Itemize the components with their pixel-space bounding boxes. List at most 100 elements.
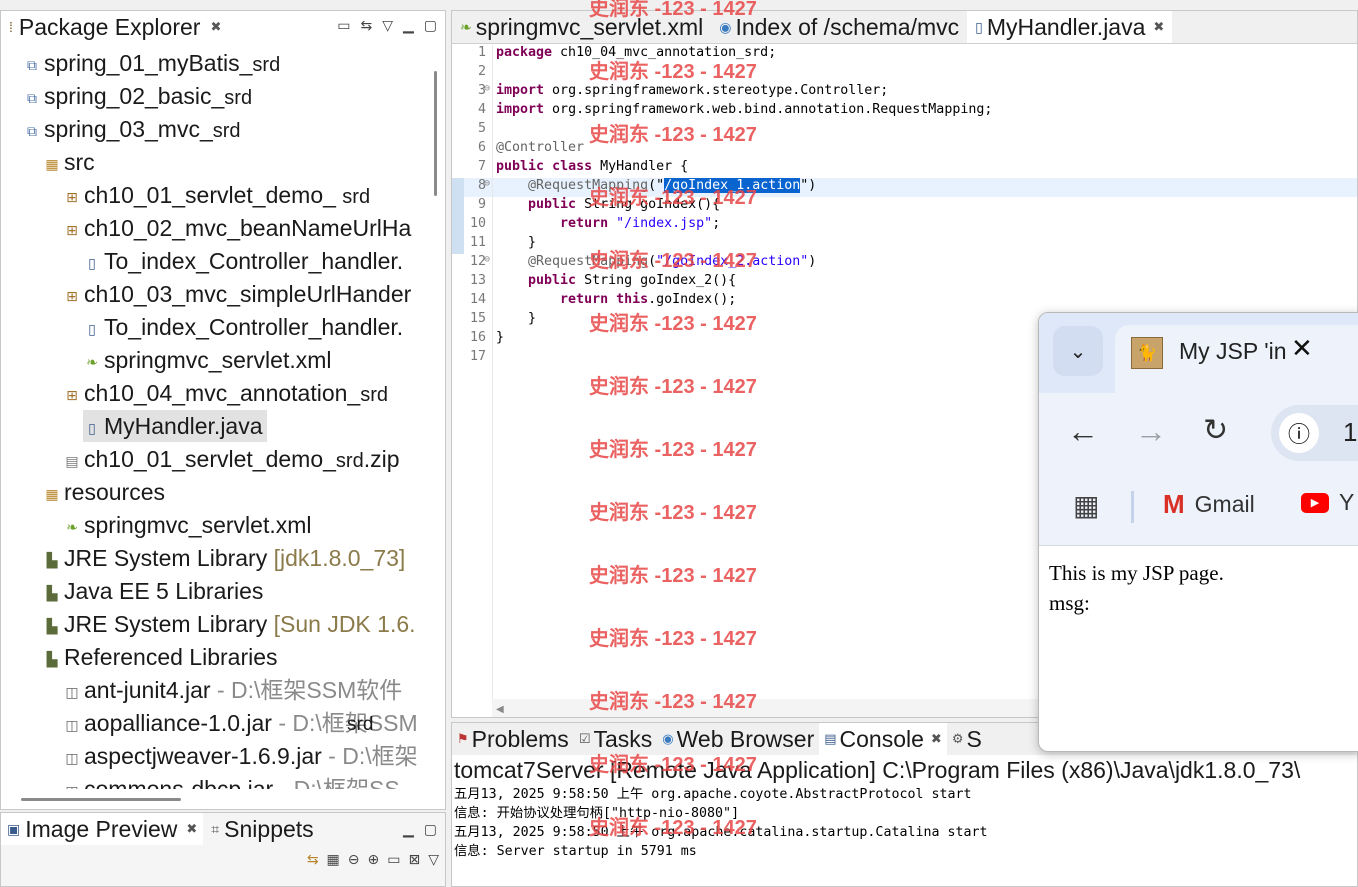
tree-item-package[interactable]: ⊞ ch10_03_mvc_simpleUrlHander (63, 278, 411, 310)
minimize-icon[interactable]: ▁ (403, 821, 414, 838)
tab-tasks[interactable]: ☑ Tasks (574, 723, 657, 755)
code-line: package ch10_04_mvc_annotation_srd; (496, 45, 777, 60)
tab-index-of-schema[interactable]: ◉ Index of /schema/mvc (711, 11, 967, 43)
view-menu-icon[interactable]: ▽ (382, 17, 393, 34)
line-number: 16 (469, 330, 486, 345)
problems-icon: ⚑ (457, 731, 469, 746)
collapse-all-icon[interactable]: ▭ (337, 17, 350, 34)
browser-window: ⌄ 🐈 My JSP 'in ✕ ← → ↻ ⓘ 1 ▦ M Gmail ▶ Y T… (1038, 312, 1358, 752)
tree-item-file[interactable]: ▤ ch10_01_servlet_demo_srd.zip (63, 443, 399, 475)
tree-item-library[interactable]: ▙ Java EE 5 Libraries (43, 575, 264, 607)
tree-item-source-folder[interactable]: ▦ src (43, 146, 94, 178)
address-text: 1 (1343, 417, 1358, 447)
snippets-tab[interactable]: ⌗ Snippets (203, 816, 321, 843)
code-line: } (528, 311, 537, 326)
bookmark-youtube[interactable]: ▶ Y (1301, 489, 1354, 516)
console-line: 信息: 开始协议处理句柄["http-nio-8080"] (454, 806, 740, 821)
back-icon[interactable]: ← (1067, 413, 1099, 450)
address-bar[interactable]: ⓘ 1 (1271, 405, 1358, 461)
line-number: 17 (469, 349, 486, 364)
fit-icon[interactable]: ▦ (327, 851, 340, 868)
code-line: public class MyHandler { (496, 159, 689, 174)
tab-springmvc-servlet-xml[interactable]: ❧ springmvc_servlet.xml (452, 11, 711, 43)
source-folder-icon: ▦ (45, 155, 59, 172)
expand-icon[interactable]: ⊠ (408, 851, 420, 868)
zoom-out-icon[interactable]: ⊖ (348, 851, 360, 868)
tree-item-project[interactable]: ⧉ spring_02_basic_srd (23, 80, 252, 112)
actual-size-icon[interactable]: ▭ (387, 851, 400, 868)
bookmark-gmail[interactable]: M Gmail (1163, 489, 1255, 520)
image-preview-view: ▣ Image Preview ✖ ⌗ Snippets ▁ ▢ ⇆ ▦ ⊖ ⊕… (0, 812, 446, 887)
globe-icon: ◉ (719, 18, 732, 35)
tomcat-favicon-icon: 🐈 (1131, 337, 1163, 369)
horizontal-scrollbar[interactable] (21, 798, 181, 801)
site-info-icon[interactable]: ⓘ (1279, 413, 1319, 453)
tab-console[interactable]: ▤ Console ✖ (819, 723, 947, 755)
console-line: 五月13, 2025 9:58:50 上午 org.apache.catalin… (454, 825, 988, 840)
browser-tab-active[interactable]: 🐈 My JSP 'in ✕ (1115, 325, 1358, 393)
youtube-icon: ▶ (1301, 492, 1329, 513)
view-menu-icon[interactable]: ▽ (428, 851, 439, 868)
tab-web-browser[interactable]: ◉ Web Browser (657, 723, 819, 755)
tree-item-package[interactable]: ⊞ ch10_01_servlet_demo_ srd (63, 179, 370, 211)
jar-icon: ◫ (65, 716, 79, 733)
tree-item-file[interactable]: ❧ springmvc_servlet.xml (83, 344, 331, 376)
chevron-down-icon: ⌄ (1069, 340, 1087, 363)
jar-icon: ◫ (65, 683, 79, 700)
tree-item-file-selected[interactable]: ▯ MyHandler.java (83, 410, 267, 442)
tree-item-file[interactable]: ▯ To_index_Controller_handler. (83, 311, 403, 343)
code-line: public String goIndex_2(){ (528, 273, 737, 288)
close-tab-icon[interactable]: ✕ (1291, 333, 1313, 364)
close-icon[interactable]: ✖ (186, 821, 197, 837)
fold-icon[interactable]: ⊖ (484, 254, 490, 265)
tree-item-file[interactable]: ❧ springmvc_servlet.xml (63, 509, 311, 541)
minimize-icon[interactable]: ▁ (403, 17, 414, 34)
package-icon: ⊞ (66, 287, 78, 304)
tree-item-source-folder[interactable]: ▦ resources (43, 476, 165, 508)
browser-page-content: This is my JSP page. msg: (1049, 558, 1224, 618)
close-icon[interactable]: ✖ (1153, 19, 1164, 35)
code-line: return "/index.jsp"; (560, 216, 721, 231)
line-number: 8 (477, 178, 486, 193)
close-icon[interactable]: ✖ (931, 731, 942, 747)
fold-icon[interactable]: ⊖ (484, 83, 490, 94)
java-file-icon: ▯ (975, 18, 983, 35)
gmail-icon: M (1163, 489, 1185, 519)
java-file-icon: ▯ (88, 419, 96, 436)
library-icon: ▙ (46, 584, 58, 601)
tab-servers[interactable]: ⚙ S (947, 723, 987, 755)
code-line: return this.goIndex(); (560, 292, 737, 307)
tab-search-button[interactable]: ⌄ (1053, 326, 1103, 376)
link-with-editor-icon[interactable]: ⇆ (360, 17, 372, 34)
tree-item-project[interactable]: ⧉ spring_03_mvc_srd (23, 113, 241, 145)
tree-item-jar[interactable]: ◫ ant-junit4.jar - D:\框架SSM软件 (63, 674, 402, 706)
tree-item-package[interactable]: ⊞ ch10_02_mvc_beanNameUrlHa (63, 212, 411, 244)
line-number: 2 (477, 64, 486, 79)
tree-item-jar[interactable]: ◫commons-dbcp.jar - D:\框架SS (63, 773, 399, 789)
vertical-scrollbar[interactable] (434, 71, 437, 196)
console-line: 信息: Server startup in 5791 ms (454, 844, 697, 859)
project-icon: ⧉ (27, 122, 37, 139)
tree-item-file[interactable]: ▯ To_index_Controller_handler. (83, 245, 403, 277)
forward-icon[interactable]: → (1135, 413, 1167, 450)
apps-grid-icon[interactable]: ▦ (1073, 489, 1099, 522)
maximize-icon[interactable]: ▢ (424, 821, 437, 838)
snippets-icon: ⌗ (211, 820, 220, 837)
tree-item-project[interactable]: ⧉ spring_01_myBatis_srd (23, 47, 280, 79)
close-icon[interactable]: ✖ (210, 19, 221, 35)
tab-problems[interactable]: ⚑ Problems (452, 723, 574, 755)
line-number: 3 (477, 83, 486, 98)
tree-item-library[interactable]: ▙ JRE System Library [jdk1.8.0_73] (43, 542, 406, 574)
tree-item-jar[interactable]: ◫ aspectjweaver-1.6.9.jar - D:\框架 (63, 740, 417, 772)
tree-item-package[interactable]: ⊞ ch10_04_mvc_annotation_srd (63, 377, 388, 409)
fold-icon[interactable]: ⊖ (484, 178, 490, 189)
tree-item-library[interactable]: ▙ Referenced Libraries (43, 641, 278, 673)
zoom-in-icon[interactable]: ⊕ (368, 851, 380, 868)
maximize-icon[interactable]: ▢ (424, 17, 437, 34)
tab-myhandler-java[interactable]: ▯ MyHandler.java ✖ (967, 11, 1173, 43)
image-preview-tab[interactable]: ▣ Image Preview ✖ (1, 813, 204, 845)
reload-icon[interactable]: ↻ (1203, 413, 1228, 448)
link-icon[interactable]: ⇆ (307, 851, 319, 868)
tree-item-library[interactable]: ▙ JRE System Library [Sun JDK 1.6. (43, 608, 416, 640)
scroll-left-icon[interactable]: ◀ (496, 704, 504, 715)
